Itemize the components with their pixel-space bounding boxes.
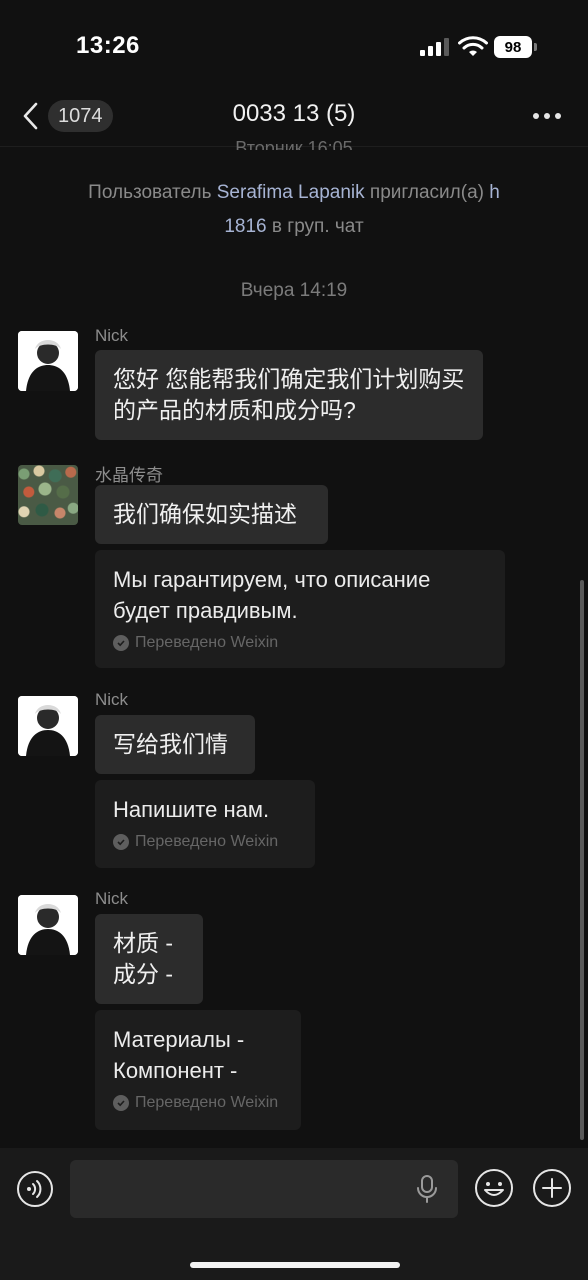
scrollbar[interactable]	[580, 580, 584, 1140]
sender-name: Nick	[95, 326, 129, 345]
avatar-nick[interactable]	[18, 696, 78, 756]
emoji-icon[interactable]	[474, 1168, 514, 1208]
sender-name: 水晶传奇	[95, 466, 163, 485]
home-indicator	[190, 1262, 400, 1268]
translation-card[interactable]: Мы гарантируем, что описание будет правд…	[95, 550, 505, 668]
check-icon	[113, 1095, 129, 1111]
sender-name: Nick	[95, 889, 129, 908]
date-separator: Вчера 14:19	[240, 280, 348, 301]
translation-footer: Переведено Weixin	[113, 634, 487, 652]
system-cut-text: Вторник 16:05	[235, 138, 353, 150]
battery-icon: 98	[494, 36, 538, 58]
avatar-image	[18, 895, 78, 955]
translation-text: Мы гарантируем, что описание будет правд…	[113, 567, 431, 623]
translation-text: Материалы - Компонент -	[113, 1027, 245, 1083]
voice-icon[interactable]	[16, 1170, 54, 1208]
message-bubble[interactable]: 我们确保如实描述	[95, 485, 328, 544]
status-time: 13:26	[76, 32, 140, 59]
wifi-icon	[458, 36, 488, 56]
translation-card[interactable]: Материалы - Компонент - Переведено Weixi…	[95, 1010, 301, 1130]
translation-footer: Переведено Weixin	[113, 833, 297, 851]
message-input[interactable]	[70, 1160, 458, 1218]
translation-footer: Переведено Weixin	[113, 1094, 283, 1112]
avatar-nick[interactable]	[18, 895, 78, 955]
signal-icon	[420, 38, 449, 56]
sender-name: Nick	[95, 690, 129, 709]
avatar-image	[18, 331, 78, 391]
check-icon	[113, 834, 129, 850]
avatar-image	[18, 696, 78, 756]
message-bubble[interactable]: 您好 您能帮我们确定我们计划购买的产品的材质和成分吗?	[95, 350, 483, 440]
chat-title: 0033 13 (5)	[232, 100, 356, 127]
system-invite-message: Пользователь Serafima Lapanik пригласил(…	[88, 182, 500, 237]
invitee-link-b[interactable]: 1816	[224, 216, 266, 237]
check-icon	[113, 635, 129, 651]
avatar-crystal-legend[interactable]	[18, 465, 78, 525]
inviter-link[interactable]: Serafima Lapanik	[217, 182, 365, 203]
avatar-nick[interactable]	[18, 331, 78, 391]
battery-level: 98	[494, 36, 532, 58]
plus-icon[interactable]	[532, 1168, 572, 1208]
message-bubble[interactable]: 材质 - 成分 -	[95, 914, 203, 1004]
message-bubble[interactable]: 写给我们情	[95, 715, 255, 774]
translation-card[interactable]: Напишите нам. Переведено Weixin	[95, 780, 315, 868]
more-icon[interactable]	[528, 102, 568, 130]
microphone-icon[interactable]	[414, 1174, 440, 1204]
translation-text: Напишите нам.	[113, 797, 270, 822]
invitee-link-a[interactable]: h	[489, 182, 500, 203]
